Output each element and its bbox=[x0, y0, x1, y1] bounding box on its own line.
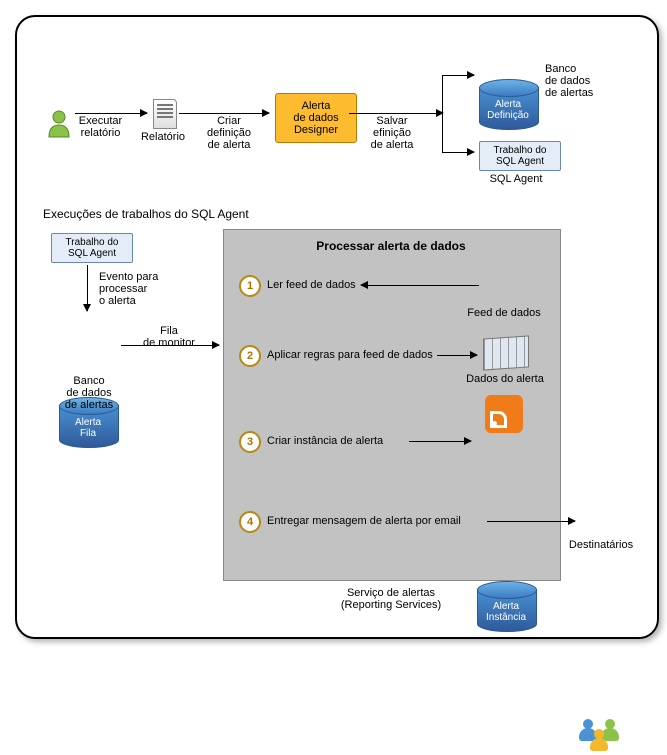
report-icon bbox=[153, 99, 177, 129]
branch-line bbox=[442, 75, 443, 153]
step3-label: Criar instância de alerta bbox=[267, 435, 383, 447]
db-def-label: Alerta Definição bbox=[479, 99, 537, 121]
label-dados: Dados do alerta bbox=[457, 373, 553, 385]
label-db-def-side: Banco de dados de alertas bbox=[545, 63, 605, 99]
panel-title: Processar alerta de dados bbox=[223, 239, 559, 253]
label-sql-agent: SQL Agent bbox=[481, 173, 551, 185]
step-num-1: 1 bbox=[239, 275, 261, 297]
arrow bbox=[179, 113, 269, 114]
label-evento: Evento para processar o alerta bbox=[99, 271, 169, 307]
recipients-icon bbox=[579, 715, 623, 755]
section-title: Execuções de trabalhos do SQL Agent bbox=[43, 207, 249, 221]
db-fila-label: Alerta Fila bbox=[59, 417, 117, 439]
label-fila: Fila de monitor bbox=[139, 325, 199, 349]
arrow bbox=[349, 113, 443, 114]
step-num-3: 3 bbox=[239, 431, 261, 453]
user-icon bbox=[45, 109, 73, 142]
arrow bbox=[409, 441, 471, 442]
rss-icon bbox=[485, 395, 523, 433]
arrow bbox=[75, 113, 147, 114]
step1-label: Ler feed de dados bbox=[267, 279, 356, 291]
label-feed: Feed de dados bbox=[459, 307, 549, 319]
step-num-4: 4 bbox=[239, 511, 261, 533]
arrow bbox=[437, 355, 477, 356]
footer-label: Serviço de alertas (Reporting Services) bbox=[223, 587, 559, 611]
arrow bbox=[487, 521, 575, 522]
arrow bbox=[442, 152, 474, 153]
db-definition: Alerta Definição bbox=[479, 79, 537, 129]
label-db-fila-below: Banco de dados de alertas bbox=[51, 375, 127, 411]
designer-box: Alerta de dados Designer bbox=[275, 93, 357, 143]
label-salvar: Salvar efinição de alerta bbox=[363, 115, 421, 151]
label-dest: Destinatários bbox=[561, 539, 641, 551]
label-criar: Criar definição de alerta bbox=[199, 115, 259, 151]
sql-job-box-left: Trabalho do SQL Agent bbox=[51, 233, 133, 263]
label-executar: Executar relatório bbox=[73, 115, 128, 139]
arrow bbox=[361, 285, 479, 286]
arrow bbox=[442, 75, 474, 76]
label-relatorio: Relatório bbox=[132, 131, 194, 143]
step-num-2: 2 bbox=[239, 345, 261, 367]
arrow bbox=[87, 265, 88, 311]
step2-label: Aplicar regras para feed de dados bbox=[267, 349, 433, 361]
grid-icon bbox=[483, 335, 529, 370]
sql-job-box-top: Trabalho do SQL Agent bbox=[479, 141, 561, 171]
step4-label: Entregar mensagem de alerta por email bbox=[267, 515, 461, 527]
